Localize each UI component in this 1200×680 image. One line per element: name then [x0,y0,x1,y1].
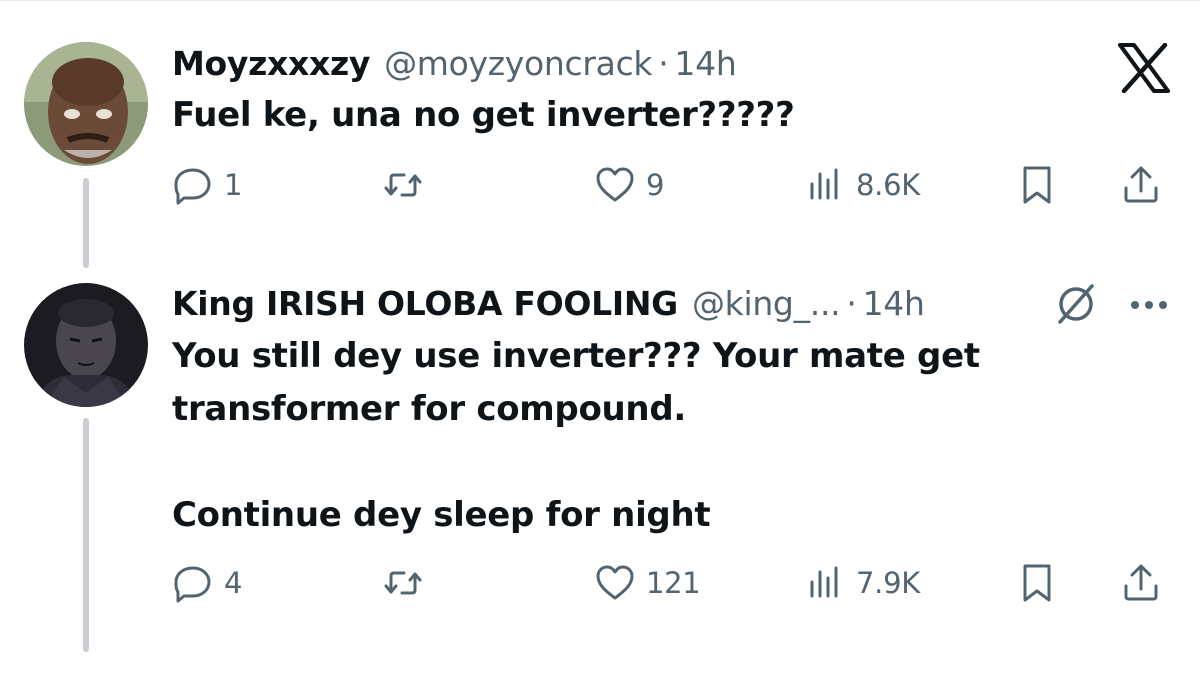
reply-count: 4 [224,566,243,600]
action-bar: 1 9 8.6K [172,160,1172,210]
like-button[interactable]: 121 [594,558,701,608]
thread-line-top [83,178,89,268]
tweet-text-line: transformer for compound. [172,389,686,429]
action-bar: 4 121 7.9K [172,558,1172,608]
reply-count: 1 [224,168,243,202]
grok-icon[interactable] [1052,280,1100,328]
views-button[interactable]: 8.6K [804,160,920,210]
tweet-text: You still dey use inverter??? Your mate … [172,330,980,542]
repost-button[interactable] [382,160,424,210]
reply-button[interactable]: 4 [172,558,242,608]
tweet-text-line: Fuel ke, una no get inverter????? [172,95,795,135]
avatar[interactable] [24,283,148,407]
heart-icon [596,167,634,202]
like-count: 9 [646,168,665,202]
repost-icon [384,571,422,595]
tweet-text: Fuel ke, una no get inverter????? [172,89,795,142]
timestamp[interactable]: 14h [674,44,736,83]
reply-button[interactable]: 1 [172,160,242,210]
avatar[interactable] [24,42,148,166]
repost-button[interactable] [382,558,424,608]
share-button[interactable] [1120,558,1162,608]
view-count: 8.6K [856,168,920,202]
tweet-text-line: Continue dey sleep for night [172,495,711,535]
share-button[interactable] [1120,160,1162,210]
tweet-header: Moyzxxxzy @moyzyoncrack · 14h [172,38,737,88]
user-handle[interactable]: @moyzyoncrack [384,44,652,83]
repost-icon [384,173,422,197]
heart-icon [596,565,634,600]
bookmark-button[interactable] [1016,160,1058,210]
display-name[interactable]: King IRISH OLOBA FOOLING [172,284,678,323]
views-bar-icon [810,566,838,598]
share-icon [1124,564,1158,601]
like-button[interactable]: 9 [594,160,664,210]
reply-bubble-icon [174,566,211,603]
views-button[interactable]: 7.9K [804,558,920,608]
like-count: 121 [646,566,701,600]
bookmark-icon [1023,564,1051,602]
separator-dot: · [658,43,669,83]
reply-bubble-icon [174,168,211,205]
more-dots-icon[interactable] [1126,288,1172,322]
thread-line-bottom [83,418,89,652]
display-name[interactable]: Moyzxxxzy [172,44,370,83]
separator-dot: · [846,283,857,323]
bookmark-icon [1023,166,1051,204]
views-bar-icon [810,168,838,200]
tweet-header: King IRISH OLOBA FOOLING @king_... · 14h [172,278,925,328]
tweet-text-line: You still dey use inverter??? Your mate … [172,336,980,376]
user-handle[interactable]: @king_... [692,284,841,323]
top-divider [0,0,1200,1]
x-logo-icon[interactable] [1117,42,1171,94]
share-icon [1124,166,1158,203]
view-count: 7.9K [856,566,920,600]
timestamp[interactable]: 14h [863,284,925,323]
bookmark-button[interactable] [1016,558,1058,608]
